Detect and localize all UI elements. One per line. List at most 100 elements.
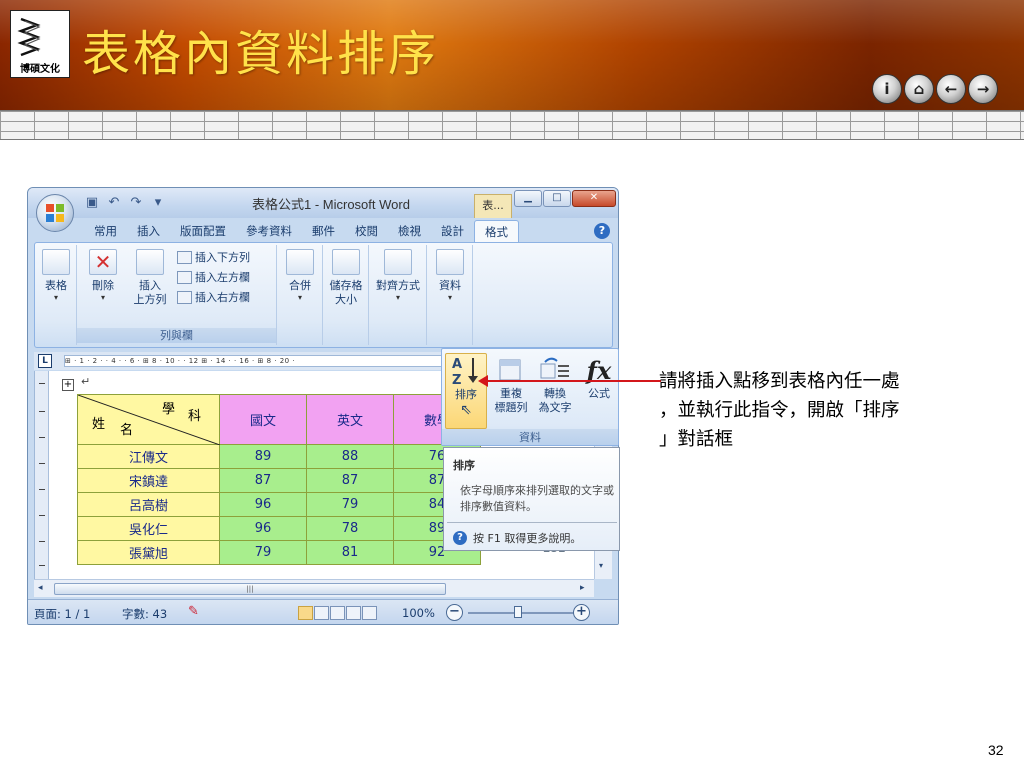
- insert-below-button[interactable]: 插入下方列: [177, 249, 250, 265]
- zoom-in-button[interactable]: +: [573, 604, 590, 621]
- name-cell[interactable]: 宋鎮達: [77, 468, 220, 493]
- alignment-button[interactable]: 對齊方式 ▾: [371, 249, 425, 303]
- score-cell[interactable]: 88: [306, 444, 394, 469]
- tab-home[interactable]: 常用: [84, 220, 127, 242]
- score-cell[interactable]: 79: [306, 492, 394, 517]
- tab-layout[interactable]: 格式: [474, 220, 519, 242]
- score-table[interactable]: 學 科 姓 名 國文 英文 數學 江傳文 89 88 76 宋鎮達 87 87 …: [77, 394, 481, 565]
- horizontal-scroll-thumb[interactable]: |||: [54, 583, 446, 595]
- score-cell[interactable]: 81: [306, 540, 394, 565]
- insert-below-icon: [177, 250, 192, 264]
- sort-button[interactable]: A Z 排序 ⇖: [445, 353, 487, 429]
- window-controls: ▁ □ ✕: [514, 190, 616, 207]
- diagonal-header-cell[interactable]: 學 科 姓 名: [77, 394, 220, 445]
- word-count[interactable]: 字數: 43: [122, 606, 167, 622]
- score-cell[interactable]: 87: [306, 468, 394, 493]
- formula-button[interactable]: fx 公式: [578, 353, 620, 401]
- office-button[interactable]: [36, 194, 74, 232]
- dropdown-arrow-icon: ▾: [100, 293, 105, 302]
- horizontal-ruler[interactable]: ⊞ · 1 · 2 · · 4 · · 6 · ⊞ 8 · 10 · · 12 …: [64, 355, 444, 367]
- dropdown-arrow-icon: ▾: [395, 293, 400, 302]
- window-title: 表格公式1 - Microsoft Word: [252, 197, 410, 212]
- insert-above-button[interactable]: 插入 上方列: [129, 249, 171, 307]
- tooltip-title: 排序: [453, 459, 475, 472]
- tab-design[interactable]: 設計: [431, 220, 474, 242]
- redo-icon[interactable]: ↷: [128, 194, 144, 210]
- name-cell[interactable]: 吳化仁: [77, 516, 220, 541]
- cell-size-button[interactable]: 儲存格 大小: [325, 249, 367, 307]
- tab-page-layout[interactable]: 版面配置: [170, 220, 236, 242]
- score-cell[interactable]: 79: [219, 540, 307, 565]
- minimize-button[interactable]: ▁: [514, 190, 542, 207]
- page-count[interactable]: 頁面: 1 / 1: [34, 606, 90, 622]
- insert-left-icon: [177, 270, 192, 284]
- name-cell[interactable]: 呂高樹: [77, 492, 220, 517]
- score-cell[interactable]: 78: [306, 516, 394, 541]
- status-bar: 頁面: 1 / 1 字數: 43 ✎ 100% − +: [28, 599, 618, 624]
- proofing-icon[interactable]: ✎: [188, 604, 199, 619]
- paragraph-mark: ↵: [81, 375, 91, 388]
- score-cell[interactable]: 89: [219, 444, 307, 469]
- logo-mark-icon: [17, 17, 41, 57]
- header-cell[interactable]: 英文: [306, 394, 394, 445]
- merge-button[interactable]: 合併 ▾: [281, 249, 319, 303]
- callout-arrow-icon: [478, 375, 488, 387]
- header-cell[interactable]: 國文: [219, 394, 307, 445]
- outline-view-button[interactable]: [346, 606, 361, 620]
- table-row: 吳化仁 96 78 89: [77, 516, 481, 541]
- diag-label-name: 姓: [92, 417, 106, 432]
- scroll-down-icon[interactable]: ▾: [599, 561, 603, 570]
- zoom-slider-thumb[interactable]: [514, 606, 522, 618]
- table-move-handle[interactable]: +: [62, 379, 74, 391]
- name-cell[interactable]: 張黛旭: [77, 540, 220, 565]
- save-icon[interactable]: ▣: [84, 194, 100, 210]
- title-bar: ▣ ↶ ↷ ▾ 表格公式1 - Microsoft Word 表... ▁ □ …: [28, 188, 618, 218]
- insert-right-button[interactable]: 插入右方欄: [177, 289, 250, 305]
- maximize-button[interactable]: □: [543, 190, 571, 207]
- ribbon-body: 表格 ▾ ✕ 刪除 ▾ 插入 上方列 插入下方列 插入左方欄 插入右方欄 列與欄…: [34, 242, 613, 348]
- home-icon[interactable]: ⌂: [904, 74, 934, 104]
- callout-line: [483, 380, 661, 382]
- logo-text: 博碩文化: [20, 64, 60, 75]
- tab-review[interactable]: 校閱: [345, 220, 388, 242]
- web-view-button[interactable]: [330, 606, 345, 620]
- score-cell[interactable]: 87: [219, 468, 307, 493]
- zoom-slider[interactable]: [468, 612, 576, 614]
- zoom-level[interactable]: 100%: [402, 606, 435, 620]
- help-icon[interactable]: ?: [594, 223, 610, 239]
- tab-mailings[interactable]: 郵件: [302, 220, 345, 242]
- back-arrow-icon[interactable]: ←: [936, 74, 966, 104]
- convert-to-text-button[interactable]: 轉換 為文字: [534, 353, 576, 415]
- forward-arrow-icon[interactable]: →: [968, 74, 998, 104]
- close-button[interactable]: ✕: [572, 190, 616, 207]
- tab-references[interactable]: 參考資料: [236, 220, 302, 242]
- mouse-pointer-icon: ⇖: [460, 402, 472, 418]
- undo-icon[interactable]: ↶: [106, 194, 122, 210]
- zoom-out-button[interactable]: −: [446, 604, 463, 621]
- tooltip-divider: [447, 522, 617, 523]
- score-cell[interactable]: 96: [219, 492, 307, 517]
- horizontal-scrollbar[interactable]: ◂ ||| ▸: [34, 579, 594, 597]
- score-cell[interactable]: 96: [219, 516, 307, 541]
- repeat-header-button[interactable]: 重複 標題列: [490, 353, 532, 415]
- tab-selector[interactable]: L: [38, 354, 52, 368]
- reading-view-button[interactable]: [314, 606, 329, 620]
- table-row: 呂高樹 96 79 84: [77, 492, 481, 517]
- table-select-button[interactable]: 表格 ▾: [39, 249, 73, 303]
- info-icon[interactable]: i: [872, 74, 902, 104]
- tab-view[interactable]: 檢視: [388, 220, 431, 242]
- qat-dropdown-icon[interactable]: ▾: [150, 194, 166, 210]
- print-layout-view-button[interactable]: [298, 606, 313, 620]
- scroll-left-icon[interactable]: ◂: [38, 583, 43, 593]
- name-cell[interactable]: 江傳文: [77, 444, 220, 469]
- delete-button[interactable]: ✕ 刪除 ▾: [83, 249, 123, 303]
- delete-table-icon: ✕: [89, 249, 117, 275]
- slide-title: 表格內資料排序: [82, 26, 440, 82]
- tab-insert[interactable]: 插入: [127, 220, 170, 242]
- insert-left-button[interactable]: 插入左方欄: [177, 269, 250, 285]
- draft-view-button[interactable]: [362, 606, 377, 620]
- data-button[interactable]: 資料 ▾: [431, 249, 469, 303]
- vertical-ruler[interactable]: [35, 371, 49, 579]
- scroll-right-icon[interactable]: ▸: [580, 583, 585, 593]
- callout-line-2: ，並執行此指令，開啟「排序: [659, 400, 900, 421]
